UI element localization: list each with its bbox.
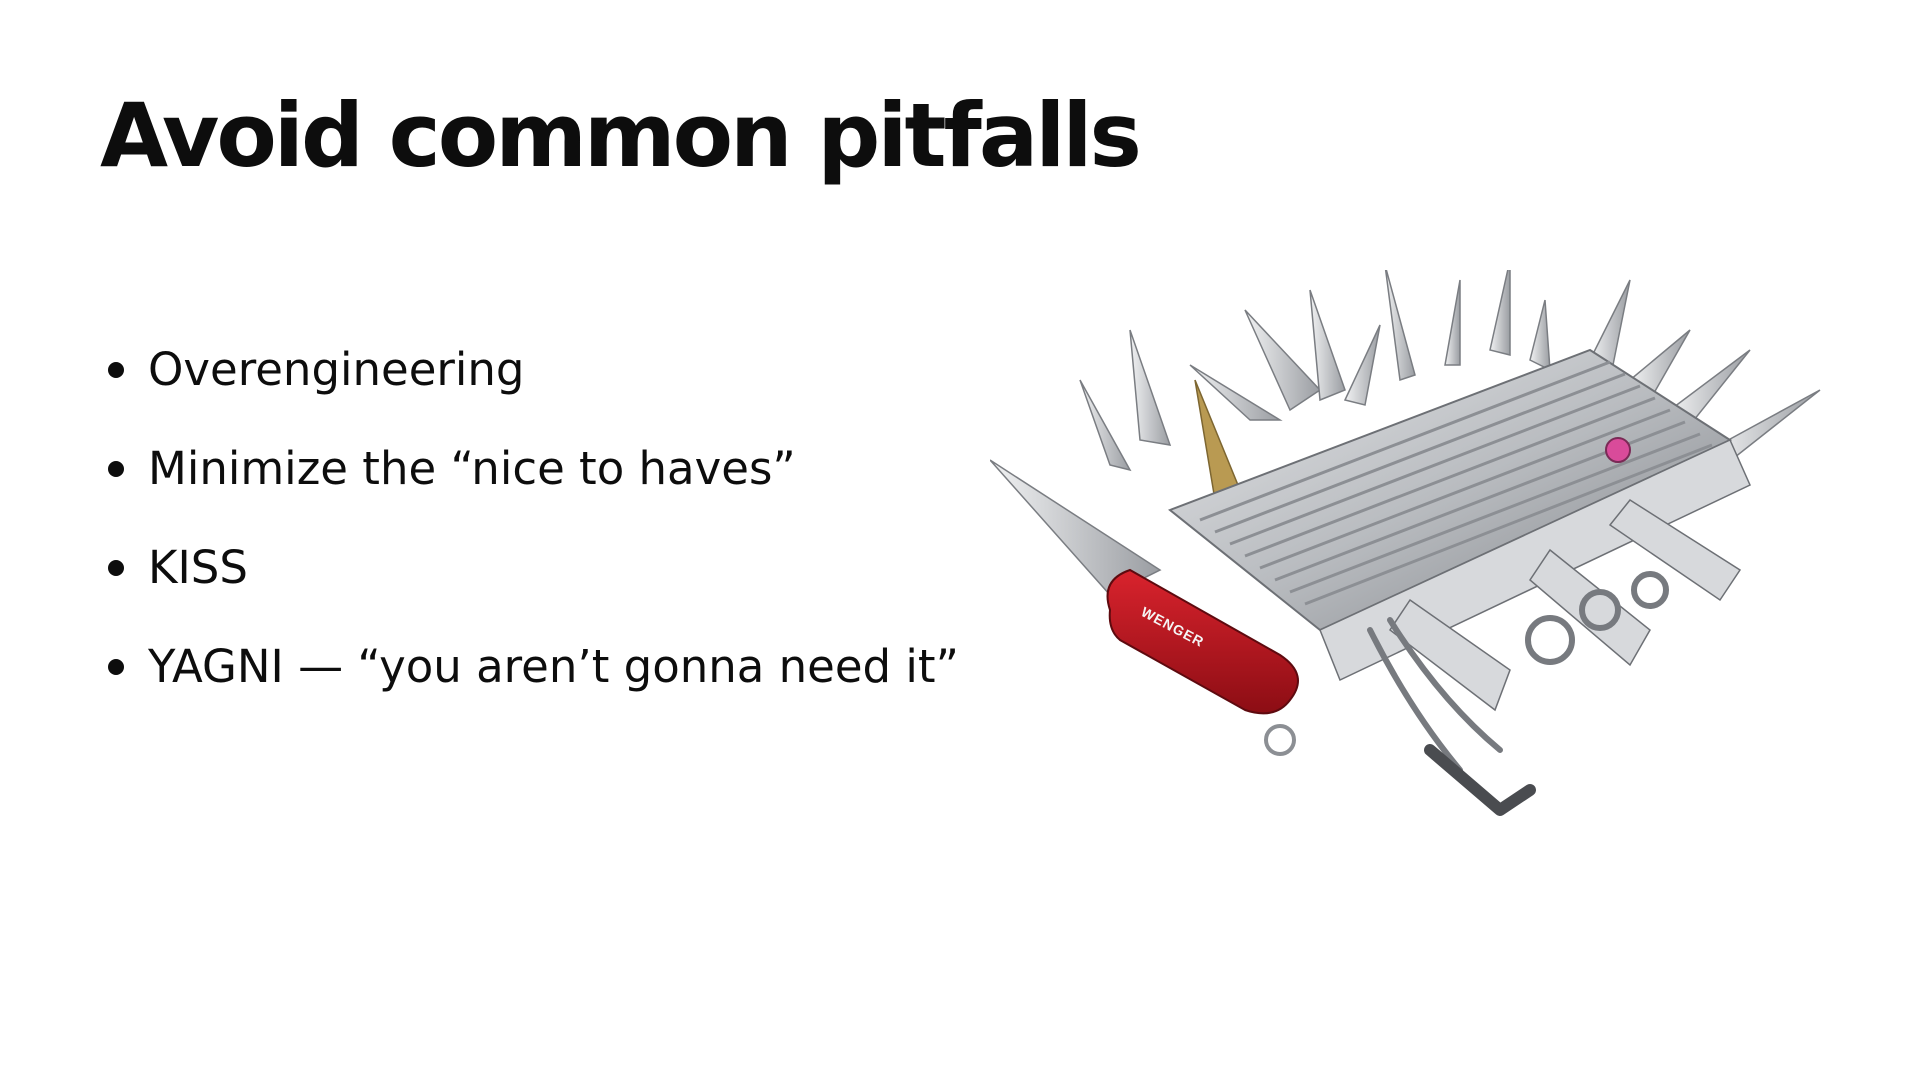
- bullet-dot-icon: [108, 659, 124, 675]
- key-ring-icon: [1264, 724, 1296, 756]
- bullet-item: Overengineering: [100, 340, 959, 439]
- bullet-dot-icon: [108, 362, 124, 378]
- red-handle: WENGER: [1106, 568, 1299, 715]
- swiss-army-knife-image: WENGER: [990, 270, 1821, 816]
- bullet-item: YAGNI — “you aren’t gonna need it”: [100, 637, 959, 736]
- bullet-text: Overengineering: [148, 343, 525, 396]
- gem-accent: [1605, 437, 1631, 463]
- bullet-text: YAGNI — “you aren’t gonna need it”: [148, 640, 959, 693]
- bullet-item: Minimize the “nice to haves”: [100, 439, 959, 538]
- bullet-text: Minimize the “nice to haves”: [148, 442, 796, 495]
- slide: Avoid common pitfalls Overengineering Mi…: [0, 0, 1920, 1080]
- bullet-list: Overengineering Minimize the “nice to ha…: [100, 340, 959, 736]
- bullet-dot-icon: [108, 461, 124, 477]
- bullet-dot-icon: [108, 560, 124, 576]
- bullet-text: KISS: [148, 541, 248, 594]
- slide-title: Avoid common pitfalls: [100, 84, 1142, 187]
- bullet-item: KISS: [100, 538, 959, 637]
- hex-key: [1424, 744, 1536, 816]
